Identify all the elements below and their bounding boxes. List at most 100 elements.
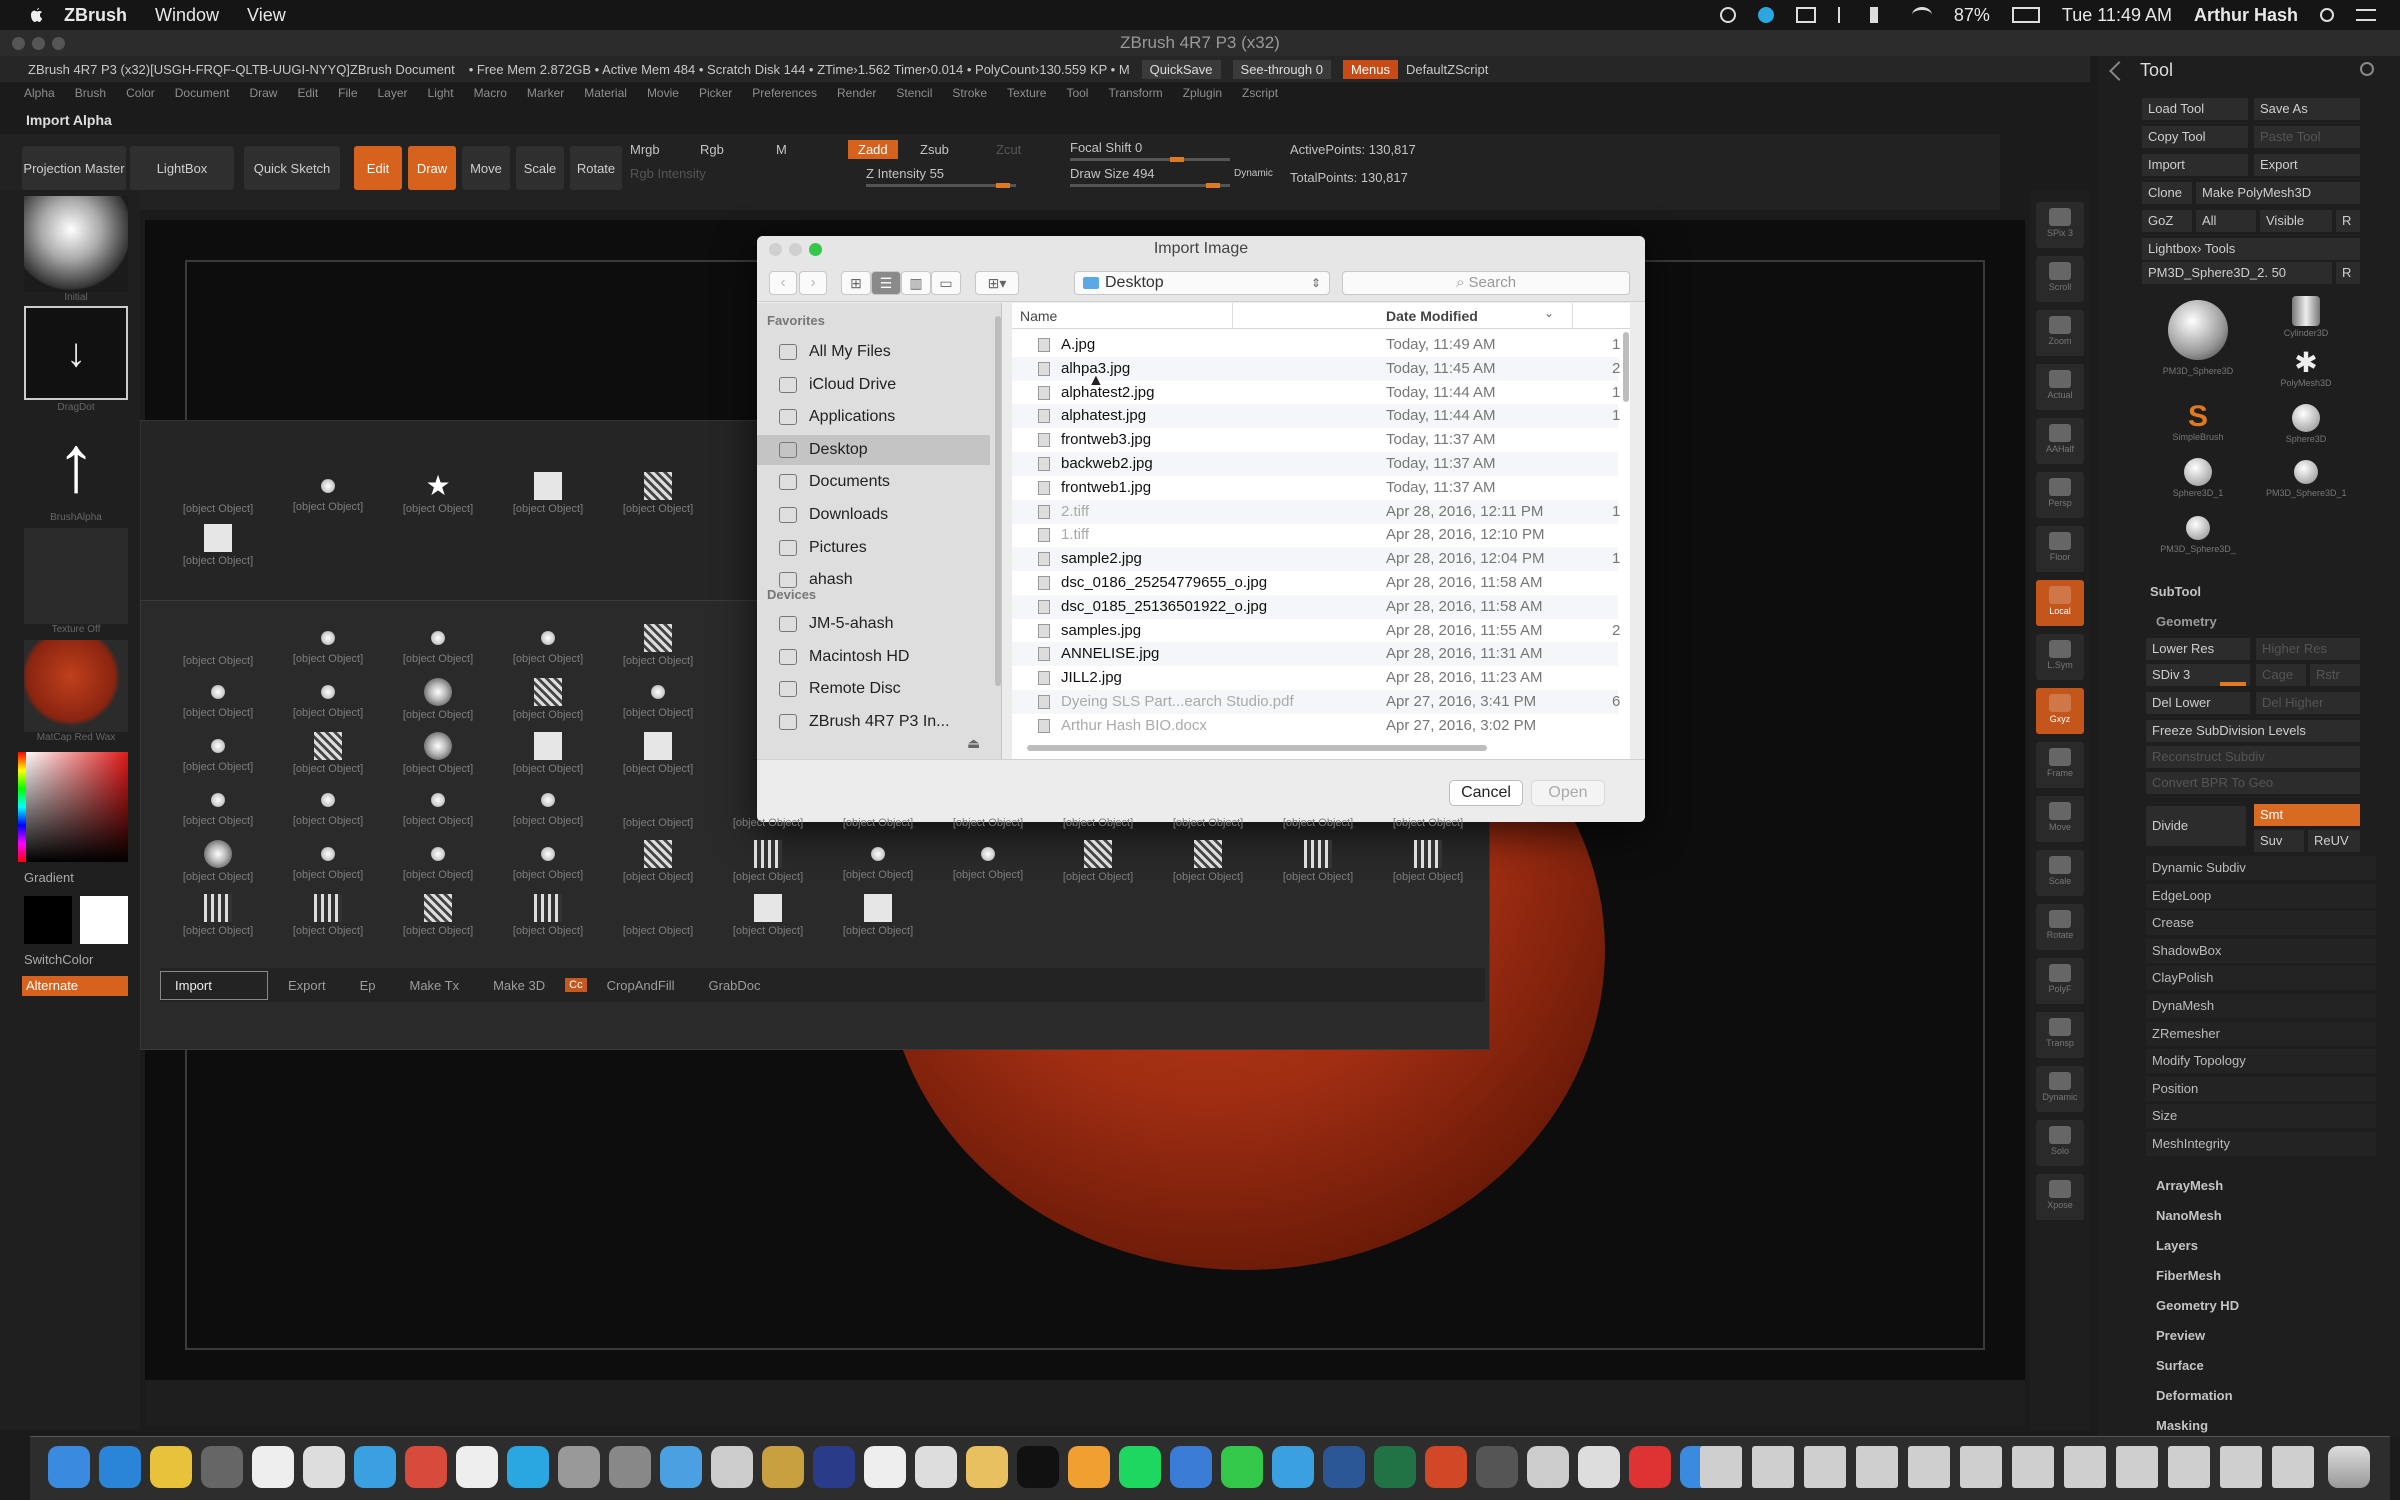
- alpha-thumbnail[interactable]: [object Object]: [610, 892, 706, 948]
- minimized-document-icon[interactable]: [2012, 1446, 2054, 1488]
- file-row[interactable]: 1.tiff Apr 28, 2016, 12:10 PM: [1012, 523, 1618, 547]
- freeze-subdivision-button[interactable]: Freeze SubDivision Levels: [2146, 720, 2360, 742]
- m-button[interactable]: M: [776, 142, 787, 157]
- file-row[interactable]: JILL2.jpg Apr 28, 2016, 11:23 AM: [1012, 666, 1618, 690]
- view-gxyz-button[interactable]: Gxyz: [2036, 688, 2084, 734]
- zcut-button[interactable]: Zcut: [996, 142, 1021, 157]
- file-row[interactable]: dsc_0186_25254779655_o.jpg Apr 28, 2016, …: [1012, 571, 1618, 595]
- tool-item-dynamesh[interactable]: DynaMesh: [2146, 994, 2376, 1018]
- photoshop-icon[interactable]: [864, 1446, 906, 1488]
- alpha-thumbnail[interactable]: [object Object]: [280, 784, 376, 840]
- image-capture-icon[interactable]: [252, 1446, 294, 1488]
- pencil-icon[interactable]: [966, 1446, 1008, 1488]
- tool-thumb-sphere3d[interactable]: Sphere3D: [2266, 402, 2346, 452]
- alpha-thumbnail[interactable]: [object Object]: [1050, 838, 1146, 894]
- alpha-thumbnail[interactable]: [object Object]: [1270, 784, 1366, 840]
- alpha-thumbnail[interactable]: [object Object]: [610, 784, 706, 840]
- alpha-thumbnail[interactable]: [object Object]: [390, 622, 486, 678]
- mrgb-button[interactable]: Mrgb: [630, 142, 660, 157]
- menu-window[interactable]: Window: [155, 5, 219, 26]
- refresh-icon[interactable]: [2360, 62, 2374, 76]
- preview-icon[interactable]: [201, 1446, 243, 1488]
- tool-item-edgeloop[interactable]: EdgeLoop: [2146, 883, 2376, 908]
- terminal-icon[interactable]: [1017, 1446, 1059, 1488]
- spotify-icon[interactable]: [1119, 1446, 1161, 1488]
- menu-view[interactable]: View: [247, 5, 286, 26]
- focal-shift-slider[interactable]: Focal Shift 0: [1070, 140, 1142, 155]
- file-row[interactable]: 2.tiff Apr 28, 2016, 12:11 PM 1: [1012, 499, 1620, 524]
- gradient-label[interactable]: Gradient: [24, 870, 128, 885]
- dialog-minimize-button[interactable]: [789, 243, 802, 256]
- minimized-document-icon[interactable]: [1700, 1446, 1742, 1488]
- alpha-thumbnail[interactable]: [object Object]: [170, 676, 266, 732]
- record-icon[interactable]: [1719, 7, 1736, 23]
- import-alpha-button[interactable]: Import: [160, 970, 268, 1000]
- file-row[interactable]: Arthur Hash BIO.docx Apr 27, 2016, 3:02 P…: [1012, 714, 1618, 738]
- alpha-thumbnail[interactable]: [object Object]: [170, 470, 266, 526]
- tool-item-zremesher[interactable]: ZRemesher: [2146, 1021, 2376, 1046]
- alpha-thumbnail[interactable]: [object Object]: [1270, 838, 1366, 894]
- alpha-thumbnail[interactable]: [object Object]: [1380, 784, 1476, 840]
- arrange-menu-icon[interactable]: ⊞▾: [975, 271, 1019, 295]
- export-alpha-button[interactable]: Export: [274, 972, 340, 999]
- tool-section-nanomesh[interactable]: NanoMesh: [2156, 1208, 2222, 1223]
- goz-all-button[interactable]: All: [2196, 210, 2256, 232]
- tool-item-size[interactable]: Size: [2146, 1104, 2376, 1129]
- paste-tool-button[interactable]: Paste Tool: [2254, 126, 2360, 148]
- zbrush-menu-layer[interactable]: Layer: [378, 86, 408, 106]
- column-view-icon[interactable]: ▥: [901, 271, 931, 295]
- minimized-document-icon[interactable]: [2272, 1446, 2314, 1488]
- grabdoc-button[interactable]: GrabDoc: [695, 972, 775, 999]
- sidebar-device-macintosh-hd[interactable]: Macintosh HD: [757, 642, 990, 672]
- material-thumbnail[interactable]: [24, 196, 128, 292]
- minimized-document-icon[interactable]: [1908, 1446, 1950, 1488]
- zbrush-icon[interactable]: [303, 1446, 345, 1488]
- view-move-button[interactable]: Move: [2036, 796, 2084, 842]
- sidebar-item-all-my-files[interactable]: All My Files: [757, 337, 990, 367]
- alpha-thumbnail[interactable]: [object Object]: [280, 470, 376, 526]
- photos-icon[interactable]: [354, 1446, 396, 1488]
- file-row[interactable]: frontweb1.jpg Today, 11:37 AM: [1012, 476, 1618, 500]
- alpha-thumbnail[interactable]: [object Object]: [170, 838, 266, 894]
- spotlight-icon[interactable]: [2320, 8, 2334, 22]
- secondary-color-swatch[interactable]: [24, 896, 72, 944]
- minimized-document-icon[interactable]: [1960, 1446, 2002, 1488]
- alpha-thumbnail[interactable]: [object Object]: [390, 784, 486, 840]
- alpha-thumbnail[interactable]: [object Object]: [500, 892, 596, 948]
- import-tool-button[interactable]: Import: [2142, 154, 2248, 176]
- battery-icon[interactable]: [2011, 7, 2040, 23]
- focal-shift-knob[interactable]: [1170, 157, 1184, 162]
- view-actual-button[interactable]: Actual: [2036, 364, 2084, 410]
- tool-item-dynamic-subdiv[interactable]: Dynamic Subdiv: [2146, 856, 2376, 880]
- view-dynamic-button[interactable]: Dynamic: [2036, 1066, 2084, 1112]
- z-intensity-slider[interactable]: Z Intensity 55: [866, 166, 944, 181]
- tool-item-position[interactable]: Position: [2146, 1076, 2376, 1101]
- zbrush-menu-zscript[interactable]: Zscript: [1242, 86, 1278, 106]
- app-store-icon[interactable]: [99, 1446, 141, 1488]
- alpha-thumbnail[interactable]: [object Object]: [280, 622, 376, 678]
- convert-bpr-button[interactable]: Convert BPR To Geo: [2146, 772, 2360, 794]
- date-modified-column-header[interactable]: Date Modified: [1386, 308, 1478, 324]
- dialog-close-button[interactable]: [769, 243, 782, 256]
- reconstruct-subdiv-button[interactable]: Reconstruct Subdiv: [2146, 746, 2360, 768]
- coverflow-view-icon[interactable]: ▭: [931, 271, 961, 295]
- scale-button[interactable]: Scale: [516, 146, 564, 190]
- edit-button[interactable]: Edit: [354, 146, 402, 190]
- open-button[interactable]: Open: [1531, 780, 1605, 806]
- file-row[interactable]: backweb2.jpg Today, 11:37 AM: [1012, 452, 1618, 476]
- rgb-intensity-slider[interactable]: Rgb Intensity: [630, 166, 706, 181]
- tool-palette-title[interactable]: Tool: [2140, 60, 2173, 81]
- quick-sketch-button[interactable]: Quick Sketch: [244, 146, 340, 190]
- zbrush-menu-movie[interactable]: Movie: [647, 86, 679, 106]
- alpha-thumbnail[interactable]: [object Object]: [610, 470, 706, 526]
- alpha-thumbnail[interactable]: [object Object]: [500, 676, 596, 732]
- system-preferences-icon[interactable]: [1476, 1446, 1518, 1488]
- tool-section-preview[interactable]: Preview: [2156, 1328, 2205, 1343]
- alpha-thumbnail[interactable]: [object Object]: [610, 676, 706, 732]
- alpha-thumbnail[interactable]: [object Object]: [390, 676, 486, 732]
- zsub-button[interactable]: Zsub: [920, 142, 949, 157]
- file-row[interactable]: A.jpg Today, 11:49 AM 1: [1012, 333, 1620, 357]
- notification-center-icon[interactable]: [2356, 9, 2376, 21]
- goz-button[interactable]: GoZ: [2142, 210, 2192, 232]
- rhino2-icon[interactable]: [1578, 1446, 1620, 1488]
